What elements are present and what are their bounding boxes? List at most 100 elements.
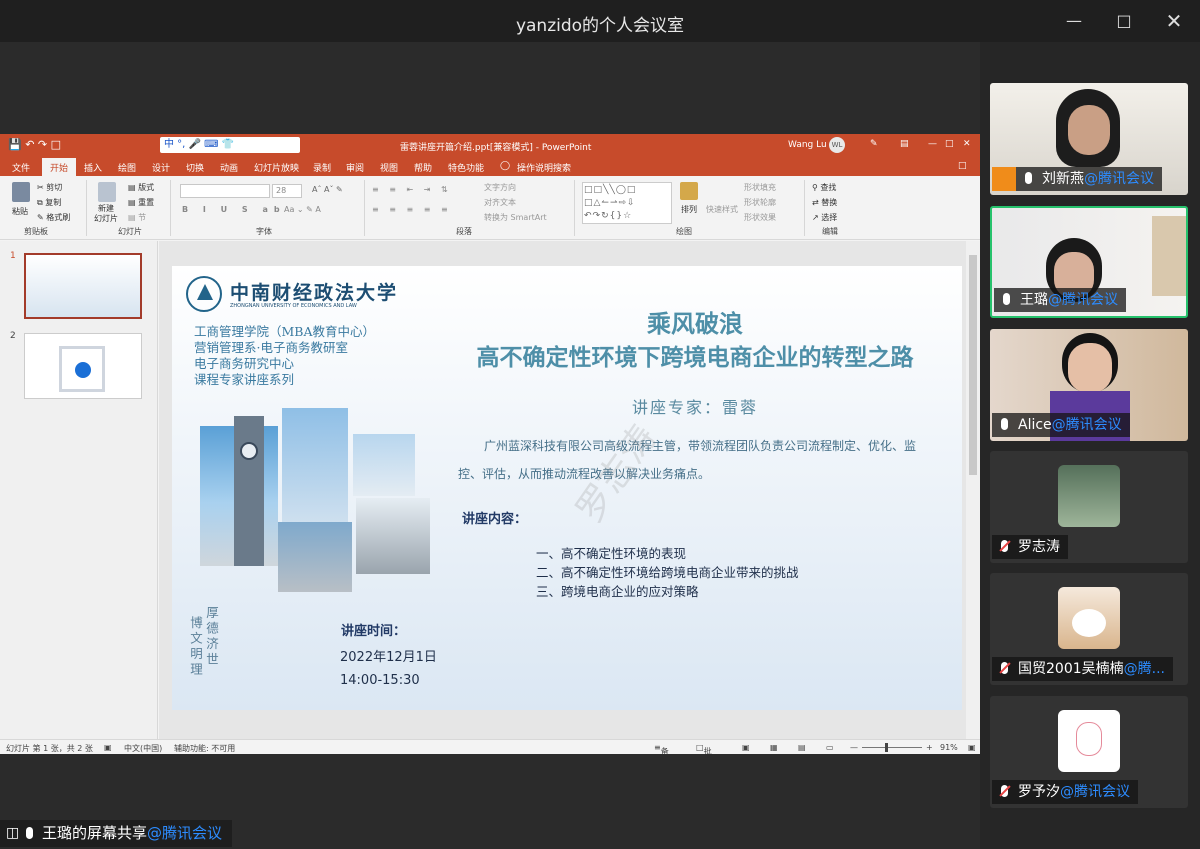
arrange-icon[interactable] xyxy=(680,182,698,200)
shape-outline-button[interactable]: 形状轮廓 xyxy=(744,197,776,208)
text-direction-button[interactable]: 文字方向 xyxy=(484,182,516,193)
normal-view-icon[interactable]: ▣ xyxy=(742,743,750,752)
reading-view-icon[interactable]: ▤ xyxy=(798,743,806,752)
layout-button[interactable]: ▤ 版式 xyxy=(128,182,154,193)
list-buttons[interactable]: ≡ ≡ ⇤ ⇥ ⇅ xyxy=(372,185,452,194)
font-style-buttons[interactable]: B I U S ab xyxy=(182,205,286,214)
sorter-view-icon[interactable]: ▦ xyxy=(770,743,778,752)
slide-thumbnail-1[interactable] xyxy=(24,253,142,319)
paste-button[interactable]: 粘贴 xyxy=(12,206,28,217)
notes-button[interactable]: ≡ 备注 xyxy=(654,743,669,754)
participant-tile[interactable]: Alice@腾讯会议 xyxy=(990,329,1188,441)
tab-view[interactable]: 视图 xyxy=(380,161,398,174)
font-case-icon[interactable]: Aa ⌄ ✎ A xyxy=(284,205,321,214)
tab-help[interactable]: 帮助 xyxy=(414,161,432,174)
participant-face xyxy=(1068,105,1110,155)
ribbon-display-icon[interactable]: ▤ xyxy=(900,139,909,149)
shape-fill-button[interactable]: 形状填充 xyxy=(744,182,776,193)
participant-tile[interactable]: 罗志涛 xyxy=(990,451,1188,563)
tab-review[interactable]: 审阅 xyxy=(346,161,364,174)
ribbon-separator xyxy=(86,180,87,236)
zoom-slider-thumb[interactable] xyxy=(885,743,888,752)
language-status[interactable]: 中文(中国) xyxy=(124,743,162,754)
slide[interactable]: 中南财经政法大学 ZHONGNAN UNIVERSITY OF ECONOMIC… xyxy=(172,266,962,710)
participant-tile[interactable]: 刘新燕@腾讯会议 xyxy=(990,83,1188,195)
close-icon[interactable]: ✕ xyxy=(1160,8,1188,34)
comments-label: 批注 xyxy=(703,747,712,754)
slide-thumbnail-2[interactable] xyxy=(24,333,142,399)
arrange-button[interactable]: 排列 xyxy=(681,204,697,215)
smartart-button[interactable]: 转换为 SmartArt xyxy=(484,212,547,223)
accessibility-status[interactable]: 辅助功能: 不可用 xyxy=(174,743,235,754)
ribbon-separator xyxy=(170,180,171,236)
participant-tile-speaking[interactable]: 王璐@腾讯会议 xyxy=(990,206,1188,318)
ppt-close-icon[interactable]: ✕ xyxy=(963,139,971,149)
minimize-icon[interactable]: — xyxy=(1060,8,1088,34)
format-painter-button[interactable]: ✎ 格式刷 xyxy=(37,212,70,223)
comments-icon[interactable]: □ xyxy=(958,161,967,171)
participant-face xyxy=(1068,343,1112,393)
align-text-button[interactable]: 对齐文本 xyxy=(484,197,516,208)
zoom-out-icon[interactable]: — xyxy=(850,743,858,752)
paste-icon[interactable] xyxy=(12,182,30,202)
zoom-in-icon[interactable]: + xyxy=(926,743,933,752)
spellcheck-icon[interactable]: ▣ xyxy=(104,743,112,752)
participant-tag: @腾讯会议 xyxy=(1060,784,1130,800)
zoom-slider[interactable] xyxy=(862,747,922,748)
tab-transitions[interactable]: 切换 xyxy=(186,161,204,174)
cut-button[interactable]: ✂ 剪切 xyxy=(37,182,62,193)
dept-line: 营销管理系·电子商务教研室 xyxy=(194,340,348,355)
tab-home[interactable]: 开始 xyxy=(42,158,77,178)
maximize-icon[interactable]: □ xyxy=(1110,8,1138,34)
campus-photo xyxy=(356,498,430,574)
participant-name: 王璐 xyxy=(1020,292,1048,308)
quick-access-toolbar[interactable]: 💾 ↶ ↷ □ xyxy=(8,138,61,151)
dept-line: 课程专家讲座系列 xyxy=(194,372,295,387)
align-buttons[interactable]: ≡ ≡ ≡ ≡ ≡ xyxy=(372,205,452,214)
clock-tower-icon xyxy=(234,416,264,566)
font-grow-icon[interactable]: Aˆ Aˇ ✎ xyxy=(312,185,343,194)
participant-tile[interactable]: 国贸2001吴楠楠@腾... xyxy=(990,573,1188,685)
status-bar: 幻灯片 第 1 张，共 2 张 ▣ 中文(中国) 辅助功能: 不可用 ≡ 备注 … xyxy=(0,739,980,754)
participant-namebar: 罗予汐@腾讯会议 xyxy=(992,780,1138,804)
slideshow-view-icon[interactable]: ▭ xyxy=(826,743,834,752)
tab-features[interactable]: 特色功能 xyxy=(448,161,484,174)
replace-button[interactable]: ⇄ 替换 xyxy=(812,197,837,208)
user-avatar[interactable]: WL xyxy=(829,137,845,153)
quick-styles-button[interactable]: 快速样式 xyxy=(706,204,738,215)
participant-tile[interactable]: 罗予汐@腾讯会议 xyxy=(990,696,1188,808)
motto-right: 博文明理 xyxy=(188,616,203,678)
background-shelf xyxy=(1152,216,1186,296)
tab-animations[interactable]: 动画 xyxy=(220,161,238,174)
tab-file[interactable]: 文件 xyxy=(12,161,30,174)
vertical-scrollbar[interactable] xyxy=(966,241,980,739)
pen-icon[interactable]: ✎ xyxy=(870,139,878,149)
zoom-level[interactable]: 91% xyxy=(940,743,958,752)
tab-record[interactable]: 录制 xyxy=(313,161,331,174)
ime-toolbar[interactable]: 中 °, 🎤 ⌨ 👕 xyxy=(160,137,300,153)
section-button[interactable]: ▤ 节 xyxy=(128,212,146,223)
tab-insert[interactable]: 插入 xyxy=(84,161,102,174)
fit-slide-icon[interactable]: ▣ xyxy=(968,743,976,752)
participant-avatar xyxy=(1058,710,1120,772)
scrollbar-thumb[interactable] xyxy=(969,255,977,475)
tab-search[interactable]: 操作说明搜索 xyxy=(517,161,571,174)
ppt-restore-icon[interactable]: □ xyxy=(945,139,954,149)
tab-slideshow[interactable]: 幻灯片放映 xyxy=(254,161,299,174)
reset-button[interactable]: ▤ 重置 xyxy=(128,197,154,208)
font-size-select[interactable]: 28 xyxy=(272,184,302,198)
tab-design[interactable]: 设计 xyxy=(152,161,170,174)
comments-button[interactable]: □ 批注 xyxy=(696,743,712,754)
campus-photo xyxy=(353,434,415,496)
font-family-select[interactable] xyxy=(180,184,270,198)
new-slide-button[interactable]: 新建 幻灯片 xyxy=(94,204,118,224)
participant-tag: @腾讯会议 xyxy=(1048,292,1118,308)
select-button[interactable]: ↗ 选择 xyxy=(812,212,837,223)
copy-button[interactable]: ⧉ 复制 xyxy=(37,197,61,208)
find-button[interactable]: ⚲ 查找 xyxy=(812,182,836,193)
tab-draw[interactable]: 绘图 xyxy=(118,161,136,174)
new-slide-icon[interactable] xyxy=(98,182,116,202)
shape-effects-button[interactable]: 形状效果 xyxy=(744,212,776,223)
ppt-user-name: Wang Lu xyxy=(788,140,827,150)
ppt-minimize-icon[interactable]: — xyxy=(928,139,937,149)
